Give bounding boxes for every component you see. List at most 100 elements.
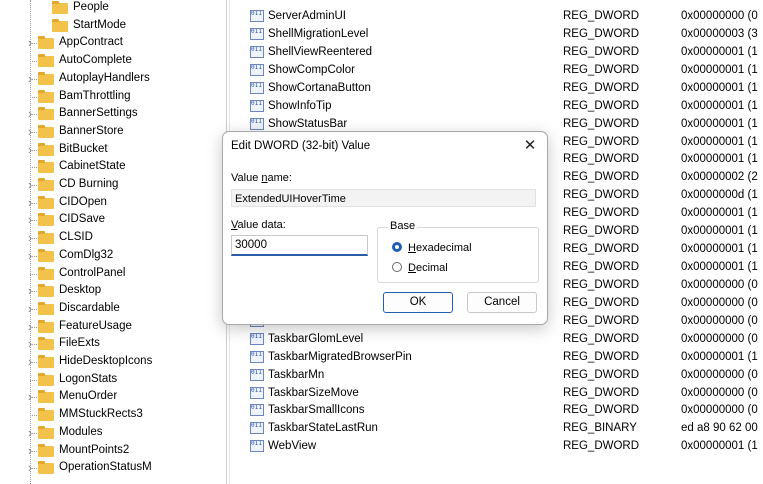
tree-item[interactable]: › CD Burning	[0, 176, 222, 194]
tree-item[interactable]: › MenuOrder	[0, 388, 222, 406]
tree-item[interactable]: StartMode	[0, 17, 222, 35]
value-name: TaskbarMigratedBrowserPin	[268, 350, 412, 363]
tree-item[interactable]: CabinetState	[0, 158, 222, 176]
tree-item[interactable]: › BitBucket	[0, 141, 222, 159]
tree-item[interactable]: › CIDSave	[0, 211, 222, 229]
value-name-label-text: Value	[231, 172, 262, 184]
chevron-right-icon[interactable]: ›	[25, 141, 35, 159]
value-type: REG_DWORD	[563, 261, 640, 274]
chevron-right-icon[interactable]: ›	[25, 300, 35, 318]
chevron-right-icon[interactable]: ›	[25, 282, 35, 300]
chevron-right-icon[interactable]: ›	[25, 388, 35, 406]
value-row[interactable]: 011 110 ShellViewReentered REG_DWORD 0x0000…	[244, 43, 763, 61]
value-type: REG_DWORD	[563, 314, 640, 327]
value-data: 0x00000000 (0	[681, 10, 758, 22]
value-data: 0x00000001 (1	[681, 153, 758, 166]
tree-item-label: OperationStatusM	[59, 461, 152, 474]
tree-item[interactable]: › Modules	[0, 424, 222, 442]
tree-item[interactable]: › CIDOpen	[0, 194, 222, 212]
value-row[interactable]: 011 110 WebView REG_DWORD 0x00000001 (1	[244, 437, 763, 455]
tree-item[interactable]: › HideDesktopIcons	[0, 353, 222, 371]
tree-item[interactable]: › FileExts	[0, 335, 222, 353]
cancel-button[interactable]: Cancel	[467, 292, 537, 313]
tree-item-label: StartMode	[73, 18, 127, 31]
hexadecimal-label: Hexadecimal	[408, 240, 472, 256]
chevron-right-icon[interactable]: ›	[25, 176, 35, 194]
reg-dword-icon: 011 110	[250, 440, 264, 453]
chevron-right-icon[interactable]: ›	[25, 459, 35, 477]
chevron-right-icon[interactable]: ›	[25, 442, 35, 460]
tree-guide-line	[30, 379, 37, 381]
tree-item[interactable]: › CLSID	[0, 229, 222, 247]
value-data: 0x00000001 (1	[681, 225, 758, 238]
folder-icon	[38, 36, 54, 50]
tree-item[interactable]: LogonStats	[0, 371, 222, 389]
value-row[interactable]: 011 110 TaskbarGlomLevel REG_DWORD 0x000000…	[244, 330, 763, 348]
value-row[interactable]: 011 110 TaskbarStateLastRun REG_BINARY ed a…	[244, 419, 763, 437]
tree-item-label: CIDOpen	[59, 195, 107, 208]
chevron-right-icon[interactable]: ›	[25, 194, 35, 212]
tree-item-label: CabinetState	[59, 160, 126, 173]
chevron-right-icon[interactable]: ›	[25, 34, 35, 52]
close-icon[interactable]: ✕	[519, 136, 541, 156]
value-name-label: Value name:	[231, 172, 292, 184]
value-type: REG_DWORD	[563, 171, 640, 184]
tree-item[interactable]: MMStuckRects3	[0, 406, 222, 424]
chevron-right-icon[interactable]: ›	[25, 247, 35, 265]
tree-item[interactable]: › AppContract	[0, 34, 222, 52]
chevron-right-icon[interactable]: ›	[25, 229, 35, 247]
tree-item[interactable]: › OperationStatusM	[0, 459, 222, 477]
value-data-label-text: alue data:	[237, 219, 286, 231]
ok-button[interactable]: OK	[383, 292, 453, 313]
tree-item[interactable]: › MountPoints2	[0, 442, 222, 460]
tree-item[interactable]: › Discardable	[0, 300, 222, 318]
tree-item[interactable]: › BannerSettings	[0, 105, 222, 123]
tree-item-label: AutoComplete	[59, 54, 132, 67]
registry-key-tree[interactable]: People StartMode › AppContract AutoComplete ›…	[0, 0, 222, 484]
folder-icon	[38, 461, 54, 475]
value-row[interactable]: 011 110 ShellMigrationLevel REG_DWORD 0x000…	[244, 25, 763, 43]
tree-item[interactable]: › AutoplayHandlers	[0, 70, 222, 88]
value-data: 0x00000000 (0	[681, 278, 758, 291]
value-row[interactable]: 011 110 ServerAdminUI REG_DWORD 0x00000000 …	[244, 7, 763, 25]
value-row[interactable]: 011 110 ShowCortanaButton REG_DWORD 0x00000…	[244, 79, 763, 97]
tree-item-label: BannerStore	[59, 124, 124, 137]
tree-item[interactable]: ControlPanel	[0, 265, 222, 283]
value-row[interactable]: 011 110 TaskbarMn REG_DWORD 0x00000000 (0	[244, 366, 763, 384]
value-type: REG_DWORD	[563, 296, 640, 309]
tree-item[interactable]: › BannerStore	[0, 123, 222, 141]
base-group: Base Hexadecimal Decimal	[377, 220, 539, 283]
value-row[interactable]: 011 110 TaskbarMigratedBrowserPin REG_DWOR…	[244, 348, 763, 366]
chevron-right-icon[interactable]: ›	[25, 353, 35, 371]
value-type: REG_DWORD	[563, 368, 640, 381]
chevron-right-icon[interactable]: ›	[25, 70, 35, 88]
tree-item-label: LogonStats	[59, 372, 118, 385]
folder-icon	[38, 443, 54, 457]
radio-selected-indicator	[392, 242, 402, 252]
tree-item[interactable]: BamThrottling	[0, 88, 222, 106]
value-row[interactable]: 011 110 TaskbarSizeMove REG_DWORD 0x0000000…	[244, 384, 763, 402]
chevron-right-icon[interactable]: ›	[25, 335, 35, 353]
value-name: TaskbarSizeMove	[268, 386, 359, 399]
reg-dword-icon: 011 110	[250, 422, 264, 435]
tree-item-label: CD Burning	[59, 178, 119, 190]
value-data-input[interactable]	[231, 235, 368, 256]
tree-item[interactable]: › ComDlg32	[0, 247, 222, 265]
chevron-right-icon[interactable]: ›	[25, 105, 35, 123]
chevron-right-icon[interactable]: ›	[25, 424, 35, 442]
tree-item[interactable]: AutoComplete	[0, 52, 222, 70]
tree-item[interactable]: People	[0, 0, 222, 17]
tree-item[interactable]: › FeatureUsage	[0, 318, 222, 336]
chevron-right-icon[interactable]: ›	[25, 211, 35, 229]
value-type: REG_DWORD	[563, 332, 640, 345]
tree-item-label: MountPoints2	[59, 443, 130, 456]
chevron-right-icon[interactable]: ›	[25, 318, 35, 336]
value-data: ed a8 90 62 00	[681, 422, 758, 435]
tree-item[interactable]: › Desktop	[0, 282, 222, 300]
folder-icon	[38, 124, 54, 138]
value-row[interactable]: 011 110 ShowInfoTip REG_DWORD 0x00000001 (1	[244, 97, 763, 115]
value-row[interactable]: 011 110 TaskbarSmallIcons REG_DWORD 0x00000…	[244, 401, 763, 419]
value-data: 0x00000002 (2	[681, 171, 758, 184]
value-row[interactable]: 011 110 ShowCompColor REG_DWORD 0x00000001 …	[244, 61, 763, 79]
chevron-right-icon[interactable]: ›	[25, 123, 35, 141]
